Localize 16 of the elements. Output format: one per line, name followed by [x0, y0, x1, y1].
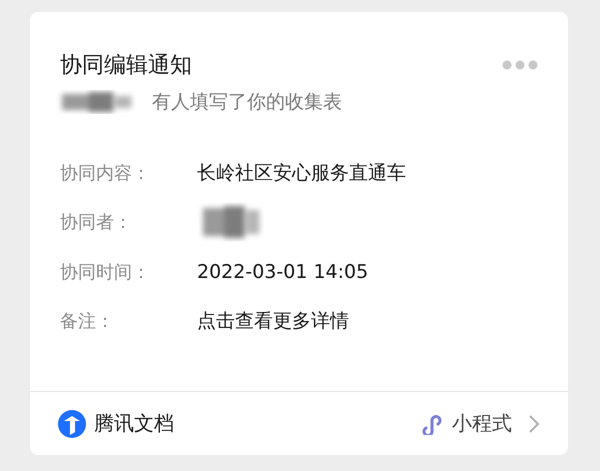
field-value: 2022-03-01 14:05 — [197, 260, 368, 283]
mini-program-icon — [422, 412, 444, 434]
notification-card[interactable]: 协同编辑通知 有人填写了你的收集表 协同内容： 长岭社区安心服务直通车 协同者： 协同时间： 2022-03-01 14:05 备注： 点击查看更多详情 腾讯文档 小程式 — [30, 12, 568, 455]
field-value: 点击查看更多详情 — [197, 309, 349, 334]
field-value: 长岭社区安心服务直通车 — [197, 160, 406, 186]
field-label: 协同时间： — [60, 260, 151, 284]
field-label: 协同内容： — [60, 162, 151, 185]
card-subtitle: 有人填写了你的收集表 — [152, 90, 342, 115]
app-type: 小程式 — [452, 410, 512, 437]
field-label: 协同者： — [60, 211, 133, 234]
source-name: 腾讯文档 — [94, 410, 174, 437]
chevron-right-icon — [528, 414, 540, 434]
card-title: 协同编辑通知 — [60, 52, 192, 80]
docs-logo-icon — [58, 410, 86, 438]
more-icon[interactable] — [502, 60, 538, 70]
field-label: 备注： — [60, 310, 115, 334]
